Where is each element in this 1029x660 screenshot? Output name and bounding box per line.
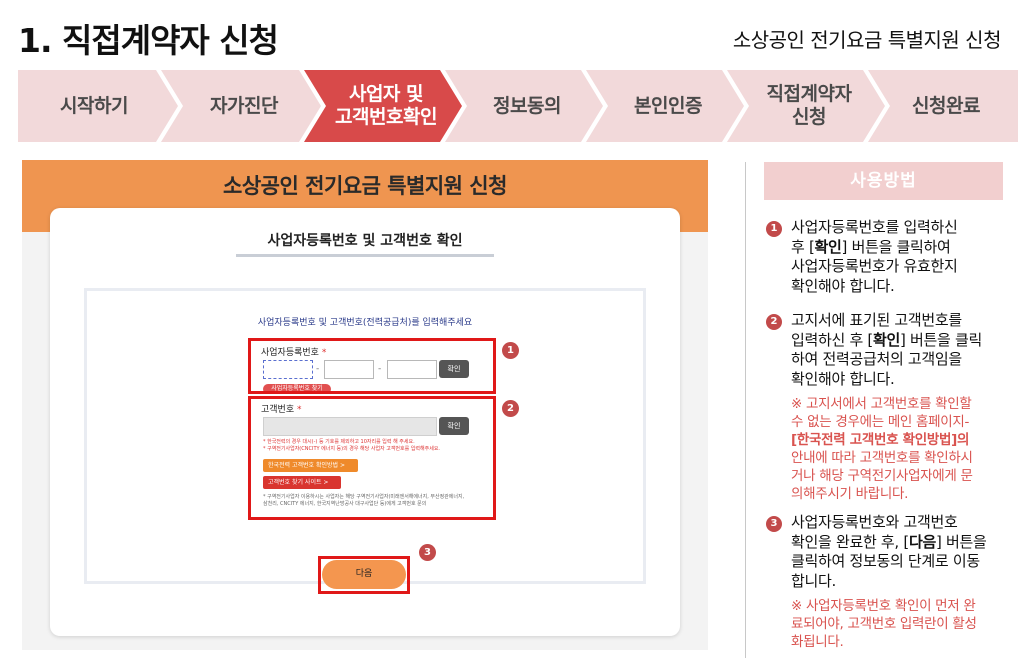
step-label: 시작하기 <box>60 94 128 117</box>
step-navigation: 시작하기 자가진단 사업자 및 고객번호확인 정보동의 본인인증 직접계약자 신청 … <box>18 70 1018 142</box>
note-line: 료되어야, 고객번호 입력란이 활성 <box>791 616 977 632</box>
page-subtitle: 소상공인 전기요금 특별지원 신청 <box>732 28 1002 52</box>
note-line: 거나 해당 구역전기사업자에게 문 <box>791 468 973 484</box>
instruction-line: 고지서에 표기된 고객번호를 <box>791 311 962 329</box>
note-line: 안내에 따라 고객번호를 확인하시 <box>791 450 973 466</box>
step-self-diagnosis: 자가진단 <box>161 70 321 142</box>
instruction-text: 사업자등록번호를 입력하신 후 [확인] 버튼을 클릭하여 사업자등록번호가 유… <box>791 218 1023 296</box>
step-label-line1: 직접계약자 <box>766 83 852 106</box>
instruction-line: 확인을 완료한 후, [다음] 버튼을 <box>791 532 987 551</box>
form-header-title: 소상공인 전기요금 특별지원 신청 <box>223 174 507 198</box>
instruction-line: 사업자등록번호를 입력하신 <box>791 218 958 236</box>
step-label-line1: 사업자 및 <box>348 83 424 106</box>
step-complete: 신청완료 <box>868 70 1018 142</box>
instruction-line: 확인해야 합니다. <box>791 276 895 295</box>
note-line: ※ 사업자등록번호 확인이 먼저 완 <box>791 598 976 614</box>
step-label-line2: 신청 <box>792 106 826 128</box>
instruction-note: ※ 사업자등록번호 확인이 먼저 완 료되어야, 고객번호 입력란이 활성 화됩… <box>791 597 1023 651</box>
note-line: 수 없는 경우에는 메인 홈페이지- <box>791 414 970 430</box>
step-business-customer-check: 사업자 및 고객번호확인 <box>304 70 462 142</box>
step-direct-contract-apply: 직접계약자 신청 <box>727 70 885 142</box>
card-title: 사업자등록번호 및 고객번호 확인 <box>267 233 463 249</box>
badge-1: 1 <box>502 342 519 359</box>
instruction-text: 고지서에 표기된 고객번호를 입력하신 후 [확인] 버튼을 클릭 하여 전력공… <box>791 311 1023 389</box>
step-start: 시작하기 <box>18 70 178 142</box>
step-label: 자가진단 <box>210 94 278 117</box>
instruction-number: 1 <box>766 221 782 237</box>
instruction-line: 사업자등록번호와 고객번호 <box>791 513 958 531</box>
step-label: 정보동의 <box>493 94 561 117</box>
instruction-number: 3 <box>766 516 782 532</box>
highlight-customer-number <box>248 396 496 520</box>
instruction-line: 후 [확인] 버튼을 클릭하여 <box>791 237 951 256</box>
form-panel: 소상공인 전기요금 특별지원 신청 사업자등록번호 및 고객번호 확인 사업자등… <box>22 160 708 650</box>
step-info-consent: 정보동의 <box>445 70 603 142</box>
instruction-line: 합니다. <box>791 571 836 590</box>
step-identity-verification: 본인인증 <box>586 70 744 142</box>
instruction-item-2: 2 고지서에 표기된 고객번호를 입력하신 후 [확인] 버튼을 클릭 하여 전… <box>766 311 1023 503</box>
instruction-line: 클릭하여 정보동의 단계로 이동 <box>791 552 980 570</box>
step-label: 사업자 및 고객번호확인 <box>321 83 445 129</box>
instruction-line: 입력하신 후 [확인] 버튼을 클릭 <box>791 330 983 349</box>
card-title-underline <box>236 254 494 257</box>
note-line: ※ 고지서에서 고객번호를 확인할 <box>791 396 972 412</box>
instruction-line: 확인해야 합니다. <box>791 369 895 388</box>
instruction-line: 사업자등록번호가 유효한지 <box>791 257 958 275</box>
instruction-item-1: 1 사업자등록번호를 입력하신 후 [확인] 버튼을 클릭하여 사업자등록번호가… <box>766 218 1022 298</box>
step-label-line2: 고객번호확인 <box>335 106 437 128</box>
step-label: 신청완료 <box>912 94 980 117</box>
note-line: [한국전력 고객번호 확인방법]의 <box>791 432 970 448</box>
note-line: 의해주시기 바랍니다. <box>791 486 909 502</box>
highlight-business-number <box>248 338 496 394</box>
instruction-line: 하여 전력공급처의 고객임을 <box>791 350 962 368</box>
note-line: 화됩니다. <box>791 634 844 650</box>
page-title: 1. 직접계약자 신청 <box>18 21 279 60</box>
step-label: 본인인증 <box>634 94 702 117</box>
instruction-text: 사업자등록번호와 고객번호 확인을 완료한 후, [다음] 버튼을 클릭하여 정… <box>791 513 1023 591</box>
form-card: 사업자등록번호 및 고객번호 확인 사업자등록번호 및 고객번호(전력공급처)를… <box>50 208 680 636</box>
step-label: 직접계약자 신청 <box>753 83 860 129</box>
instruction-item-3: 3 사업자등록번호와 고객번호 확인을 완료한 후, [다음] 버튼을 클릭하여… <box>766 513 1022 653</box>
vertical-divider <box>745 162 746 658</box>
next-button[interactable]: 다음 <box>322 560 406 589</box>
badge-2: 2 <box>502 400 519 417</box>
badge-3: 3 <box>419 544 436 561</box>
howto-title: 사용방법 <box>764 162 1003 200</box>
input-prompt: 사업자등록번호 및 고객번호(전력공급처)를 입력해주세요 <box>257 318 473 328</box>
instruction-note: ※ 고지서에서 고객번호를 확인할 수 없는 경우에는 메인 홈페이지- [한국… <box>791 395 1023 503</box>
instruction-number: 2 <box>766 314 782 330</box>
